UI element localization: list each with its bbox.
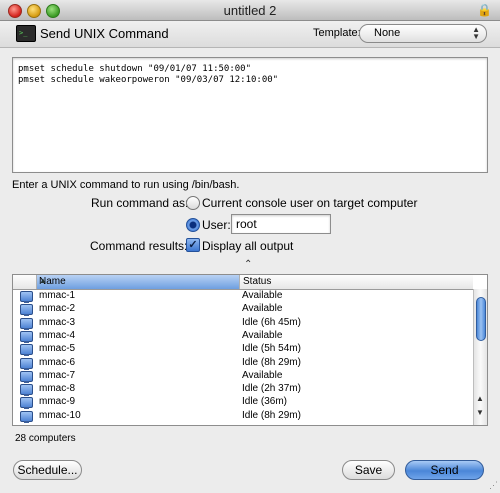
sort-ascending-icon: ▲ bbox=[39, 276, 47, 285]
vertical-scrollbar[interactable]: ▲ ▼ bbox=[473, 289, 487, 425]
computer-icon bbox=[20, 384, 33, 397]
computer-name: mmac-7 bbox=[39, 369, 76, 381]
resize-grip-icon[interactable]: ⋰ bbox=[489, 480, 498, 491]
computer-status: Idle (36m) bbox=[242, 396, 288, 408]
radio-user[interactable] bbox=[186, 218, 200, 232]
computer-icon bbox=[20, 357, 33, 370]
computer-name: mmac-2 bbox=[39, 303, 76, 315]
command-title: Send UNIX Command bbox=[40, 26, 169, 41]
computer-icon bbox=[20, 370, 33, 383]
splitter-handle-icon[interactable]: ⌃ bbox=[244, 259, 252, 270]
command-text-area[interactable]: pmset schedule shutdown "09/01/07 11:50:… bbox=[12, 57, 488, 173]
computer-name: mmac-3 bbox=[39, 316, 76, 328]
template-select[interactable]: None ▲ ▼ bbox=[359, 24, 487, 43]
computer-status: Available bbox=[242, 290, 283, 301]
icon-column-header[interactable] bbox=[13, 275, 37, 289]
schedule-button[interactable]: Schedule... bbox=[13, 460, 82, 480]
computer-status: Available bbox=[242, 329, 283, 341]
table-header: Name ▲ Status bbox=[13, 275, 473, 290]
computer-status: Available bbox=[242, 369, 283, 381]
save-button[interactable]: Save bbox=[342, 460, 395, 480]
user-field[interactable]: root bbox=[231, 214, 331, 234]
computer-count: 28 computers bbox=[15, 433, 76, 444]
computer-name: mmac-10 bbox=[39, 409, 81, 421]
table-row[interactable]: mmac-8 Idle (2h 37m) bbox=[13, 383, 473, 397]
computer-icon bbox=[20, 304, 33, 317]
table-row[interactable]: mmac-4 Available bbox=[13, 330, 473, 343]
computer-icon bbox=[20, 397, 33, 410]
command-line: pmset schedule wakeorpoweron "09/03/07 1… bbox=[18, 75, 279, 85]
terminal-icon: >_ bbox=[16, 25, 36, 42]
template-value: None bbox=[374, 27, 401, 39]
table-row[interactable]: mmac-9 Idle (36m) bbox=[13, 396, 473, 410]
table-row[interactable]: mmac-2 Available bbox=[13, 303, 473, 317]
computer-icon bbox=[20, 291, 33, 303]
computer-icon bbox=[20, 344, 33, 357]
computer-status: Idle (8h 29m) bbox=[242, 356, 301, 368]
status-column-header[interactable]: Status bbox=[241, 275, 471, 289]
template-label: Template: bbox=[313, 27, 361, 39]
display-all-checkbox[interactable]: ✓ bbox=[186, 238, 200, 252]
command-line: pmset schedule shutdown "09/01/07 11:50:… bbox=[18, 64, 251, 74]
command-hint: Enter a UNIX command to run using /bin/b… bbox=[12, 179, 240, 191]
computer-icon bbox=[20, 410, 33, 423]
run-as-label: Run command as: bbox=[91, 196, 189, 210]
lock-icon[interactable]: 🔒 bbox=[477, 3, 492, 17]
send-button[interactable]: Send bbox=[405, 460, 484, 480]
display-all-label[interactable]: Display all output bbox=[202, 239, 293, 253]
table-row[interactable]: mmac-1 Available bbox=[13, 290, 473, 303]
window-title: untitled 2 bbox=[223, 3, 277, 18]
computer-status: Available bbox=[242, 303, 283, 315]
computer-name: mmac-8 bbox=[39, 383, 76, 395]
title-bar: untitled 2 🔒 bbox=[0, 0, 500, 21]
status-column-label: Status bbox=[243, 276, 272, 287]
computer-status: Idle (8h 29m) bbox=[242, 409, 301, 421]
radio-console-user-label[interactable]: Current console user on target computer bbox=[202, 196, 417, 210]
up-down-arrows-icon: ▲ ▼ bbox=[472, 25, 480, 41]
computer-name: mmac-5 bbox=[39, 343, 76, 355]
table-row[interactable]: mmac-5 Idle (5h 54m) bbox=[13, 343, 473, 357]
computer-name: mmac-4 bbox=[39, 329, 76, 341]
computer-name: mmac-9 bbox=[39, 396, 76, 408]
computer-table: Name ▲ Status mmac-1 Available mmac-2 Avail… bbox=[12, 274, 488, 426]
radio-console-user[interactable] bbox=[186, 196, 200, 210]
name-column-header[interactable]: Name ▲ bbox=[37, 275, 240, 289]
computer-status: Idle (5h 54m) bbox=[242, 343, 301, 355]
computer-name: mmac-6 bbox=[39, 356, 76, 368]
window: untitled 2 🔒 >_ Send UNIX Command Templa… bbox=[0, 0, 500, 493]
table-row[interactable]: mmac-10 Idle (8h 29m) bbox=[13, 410, 473, 423]
table-row[interactable]: mmac-7 Available bbox=[13, 370, 473, 383]
computer-status: Idle (6h 45m) bbox=[242, 316, 301, 328]
command-results-label: Command results: bbox=[90, 239, 188, 253]
computer-name: mmac-1 bbox=[39, 290, 76, 301]
table-row[interactable]: mmac-6 Idle (8h 29m) bbox=[13, 357, 473, 370]
computer-icon bbox=[20, 317, 33, 330]
scroll-down-arrow-icon[interactable]: ▼ bbox=[476, 408, 484, 417]
scroll-up-arrow-icon[interactable]: ▲ bbox=[476, 394, 484, 403]
computer-status: Idle (2h 37m) bbox=[242, 383, 301, 395]
user-field-value: root bbox=[236, 217, 257, 231]
radio-user-label[interactable]: User: bbox=[202, 218, 231, 232]
command-header: >_ Send UNIX Command Template: None ▲ ▼ bbox=[0, 21, 500, 48]
table-row[interactable]: mmac-3 Idle (6h 45m) bbox=[13, 317, 473, 330]
computer-icon bbox=[20, 330, 33, 343]
scrollbar-thumb[interactable] bbox=[476, 297, 486, 341]
